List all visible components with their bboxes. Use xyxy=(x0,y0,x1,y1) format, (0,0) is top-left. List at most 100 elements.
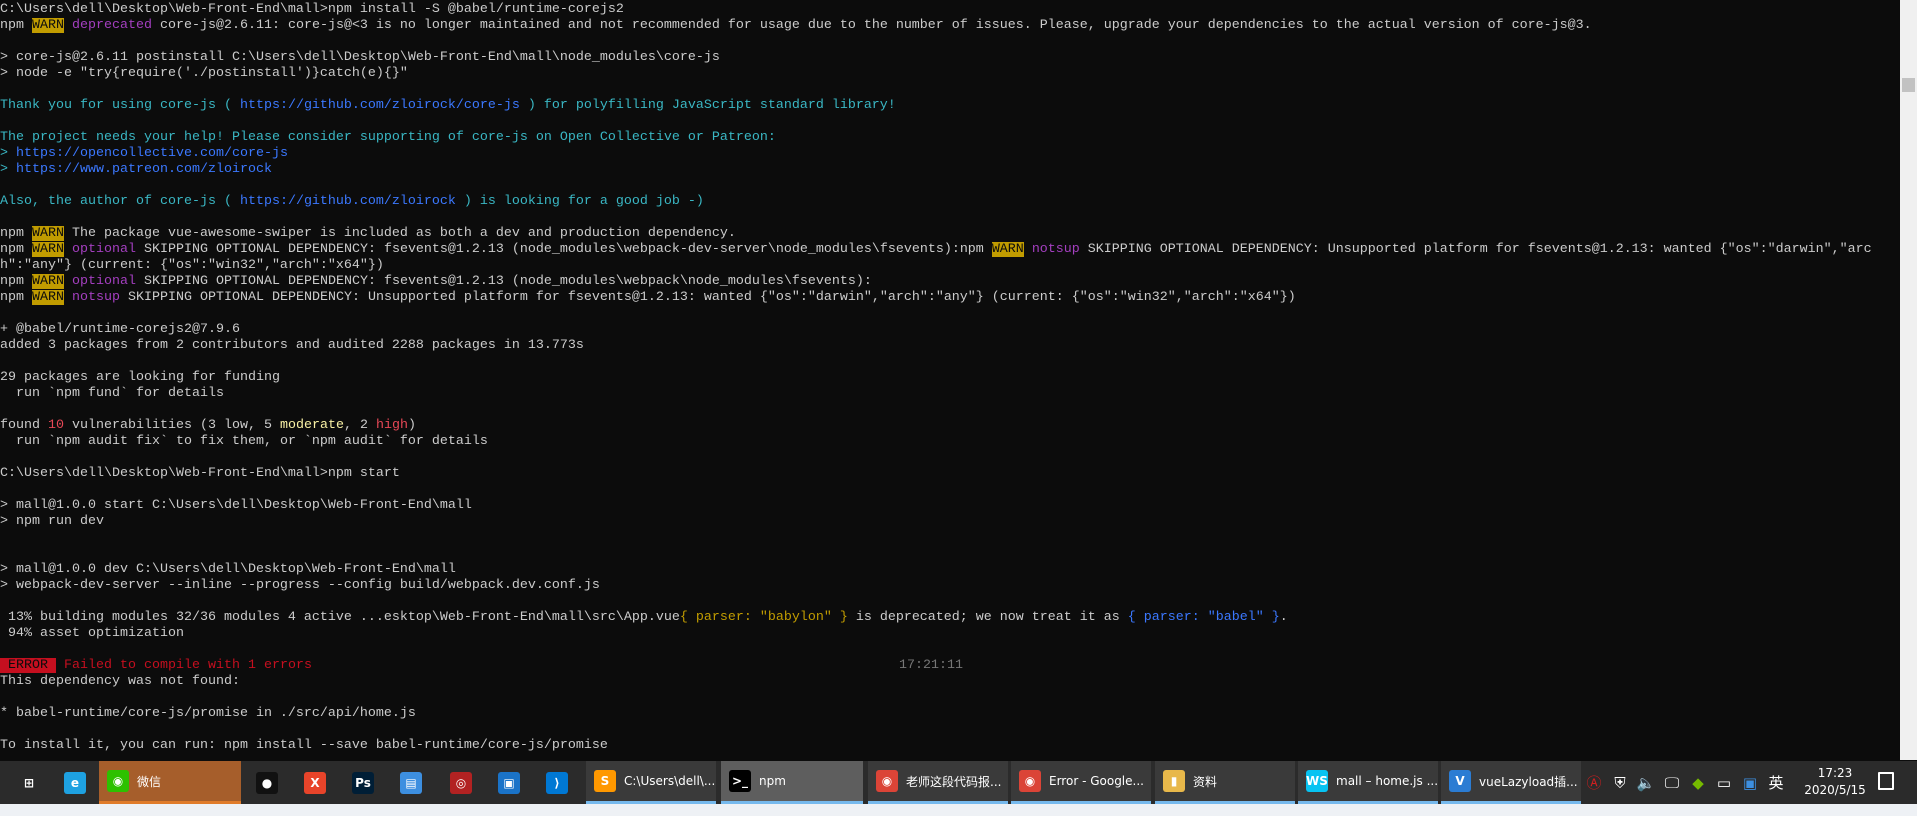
chrome-button-2[interactable]: ◉ Error - Google... xyxy=(1011,761,1151,804)
explorer-button[interactable]: ▮ 资料 xyxy=(1155,761,1295,804)
terminal-text: Also, the author of core-js ( xyxy=(0,194,240,209)
terminal-text: > npm run dev xyxy=(0,514,104,529)
terminal-text: , 2 xyxy=(343,418,376,433)
volume-icon[interactable]: 🔈 xyxy=(1636,774,1656,792)
taskbar-item-label: vueLazyload插... xyxy=(1479,774,1578,789)
terminal-text: https://github.com/zloirock xyxy=(239,194,456,209)
terminal-text: ) for polyfilling JavaScript standard li… xyxy=(519,98,896,113)
taskbar-item-label: C:\Users\dell\... xyxy=(624,774,716,788)
terminal-text: The package vue-awesome-swiper is includ… xyxy=(64,226,736,241)
start-button[interactable]: ⊞ xyxy=(12,761,46,804)
vue-doc-button[interactable]: VvueLazyload插... xyxy=(1441,761,1581,804)
terminal-output: C:\Users\dell\Desktop\Web-Front-End\mall… xyxy=(0,2,1898,760)
terminal-line: Also, the author of core-js ( https://gi… xyxy=(0,194,1898,210)
photoshop-icon: Ps xyxy=(352,771,374,794)
terminal-line: This dependency was not found: xyxy=(0,674,1898,690)
terminal-text: The project needs your help! Please cons… xyxy=(0,130,776,145)
taskbar-clock[interactable]: 17:23 2020/5/15 xyxy=(1802,765,1868,799)
notification-icon[interactable] xyxy=(1878,772,1894,790)
terminal-text: C:\Users\dell\Desktop\Web-Front-End\mall… xyxy=(0,2,624,17)
system-tray: Ⓐ ⛨ 🔈 🖵 ◆ ▭ ▣ 英 xyxy=(1584,761,1786,804)
terminal-line: C:\Users\dell\Desktop\Web-Front-End\mall… xyxy=(0,2,1898,18)
warn-badge: WARN xyxy=(991,242,1024,257)
input-method-icon[interactable]: 英 xyxy=(1766,772,1786,793)
network-icon[interactable]: 🖵 xyxy=(1662,774,1682,792)
terminal-text: https://github.com/zloirock/core-js xyxy=(239,98,520,113)
taskbar-item-label: 老师这段代码报... xyxy=(906,774,1002,789)
terminal-line: npm WARN optional SKIPPING OPTIONAL DEPE… xyxy=(0,242,1898,274)
terminal-text: SKIPPING OPTIONAL DEPENDENCY: Unsupporte… xyxy=(120,290,1296,305)
terminal-text: > node -e "try{require('./postinstall')}… xyxy=(0,66,408,81)
qq-button[interactable]: ● xyxy=(250,761,284,804)
warn-badge: WARN xyxy=(32,226,64,241)
taskbar-item-label: 微信 xyxy=(137,774,162,789)
folder-icon: ▮ xyxy=(1163,770,1185,792)
terminal-text: npm xyxy=(0,290,32,305)
media-player-icon: ◎ xyxy=(450,771,472,794)
terminal-line: 94% asset optimization xyxy=(0,626,1898,642)
terminal-scrollbar[interactable] xyxy=(1900,0,1917,760)
chrome-button-1[interactable]: ◉ 老师这段代码报... xyxy=(868,761,1008,804)
terminal-text: > xyxy=(0,146,16,161)
security-shield-icon[interactable]: ⛨ xyxy=(1610,774,1630,792)
terminal-line: + @babel/runtime-corejs2@7.9.6 xyxy=(0,322,1898,338)
terminal-text: > webpack-dev-server --inline --progress… xyxy=(0,578,600,593)
terminal-text: 29 packages are looking for funding xyxy=(0,370,280,385)
ie-button[interactable]: e xyxy=(58,761,92,804)
clock-time: 17:23 xyxy=(1817,766,1853,780)
battery-icon[interactable]: ▭ xyxy=(1714,774,1734,792)
qq-penguin-icon: ● xyxy=(256,771,278,794)
clock-date: 2020/5/15 xyxy=(1804,783,1866,797)
warn-badge: WARN xyxy=(32,18,64,33)
terminal-text: npm xyxy=(0,226,32,241)
webstorm-button[interactable]: WS mall – home.js ... xyxy=(1298,761,1438,804)
media-button[interactable]: ◎ xyxy=(444,761,478,804)
terminal-text: moderate xyxy=(279,418,344,433)
terminal-line: run `npm fund` for details xyxy=(0,386,1898,402)
terminal-line: > core-js@2.6.11 postinstall C:\Users\de… xyxy=(0,50,1898,66)
notes-icon: ▤ xyxy=(400,771,422,794)
npm-terminal-button[interactable]: >_ npm xyxy=(721,761,863,804)
intel-button[interactable]: ▣ xyxy=(492,761,526,804)
vscode-icon: ⟩ xyxy=(546,771,568,794)
terminal-line: ERROR Failed to compile with 1 errors 17:… xyxy=(0,658,1898,674)
terminal-line: C:\Users\dell\Desktop\Web-Front-End\mall… xyxy=(0,466,1898,482)
windows-icon: ⊞ xyxy=(18,771,40,794)
intel-tray-icon[interactable]: ▣ xyxy=(1740,774,1760,792)
taskbar-item-label: mall – home.js ... xyxy=(1336,774,1438,788)
terminal-text: SKIPPING OPTIONAL DEPENDENCY: fsevents@1… xyxy=(136,274,872,289)
wechat-button[interactable]: ◉ 微信 xyxy=(99,761,241,804)
terminal-text: + @babel/runtime-corejs2@7.9.6 xyxy=(0,322,240,337)
terminal-text: { parser: "babel" } xyxy=(1127,610,1280,625)
terminal-line: npm WARN notsup SKIPPING OPTIONAL DEPEND… xyxy=(0,290,1898,306)
terminal-line: 29 packages are looking for funding xyxy=(0,370,1898,386)
terminal-text: To install it, you can run: npm install … xyxy=(0,738,608,753)
photoshop-button[interactable]: Ps xyxy=(346,761,380,804)
nvidia-icon[interactable]: ◆ xyxy=(1688,774,1708,792)
taskbar-item-label: npm xyxy=(759,774,786,788)
terminal-text: This dependency was not found: xyxy=(0,674,240,689)
terminal-text: https://opencollective.com/core-js xyxy=(16,146,288,161)
adobe-tray-icon[interactable]: Ⓐ xyxy=(1584,772,1604,793)
scrollbar-thumb[interactable] xyxy=(1902,78,1915,92)
vscode-button[interactable]: ⟩ xyxy=(540,761,574,804)
xmind-button[interactable]: X xyxy=(298,761,332,804)
terminal-icon: >_ xyxy=(729,770,751,792)
sublime-button[interactable]: S C:\Users\dell\... xyxy=(586,761,716,804)
notes-button[interactable]: ▤ xyxy=(394,761,428,804)
terminal-line: > https://opencollective.com/core-js xyxy=(0,146,1898,162)
terminal-line: > mall@1.0.0 dev C:\Users\dell\Desktop\W… xyxy=(0,562,1898,578)
warn-badge: WARN xyxy=(32,290,64,305)
